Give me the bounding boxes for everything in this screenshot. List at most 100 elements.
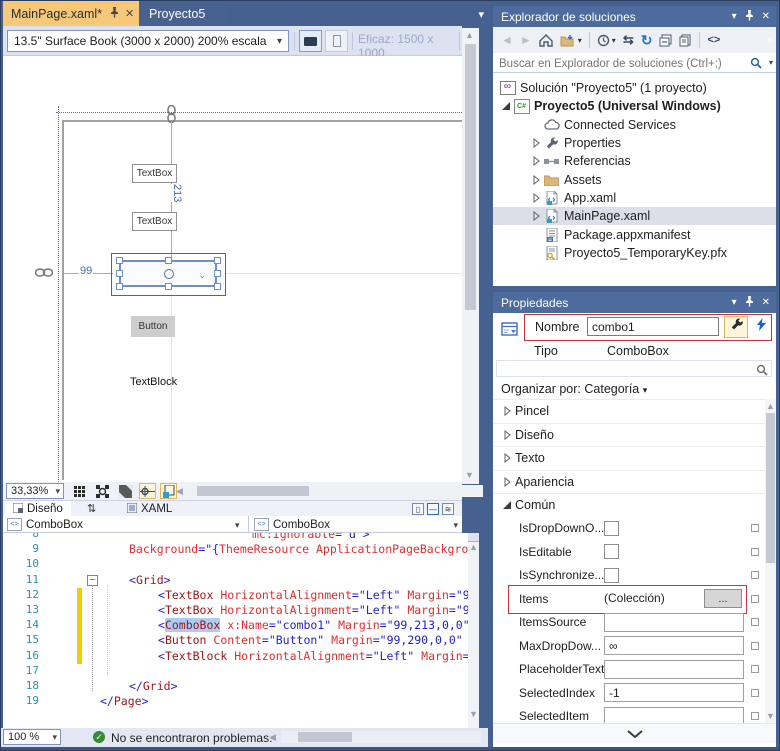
tree-item-proyecto5-temporarykey-pfx[interactable]: Proyecto5_TemporaryKey.pfx <box>493 244 776 262</box>
sync-with-active-document-icon[interactable]: ⇆ <box>623 32 634 48</box>
close-icon[interactable]: ✕ <box>762 11 770 22</box>
nav-dropdown-left[interactable]: <> ComboBox ▾ <box>3 516 249 533</box>
left-anchor-chain-icon[interactable] <box>35 266 53 284</box>
properties-mode-button[interactable] <box>724 316 748 338</box>
editor-hscroll-thumb[interactable] <box>298 732 352 742</box>
designer-vscroll-thumb[interactable] <box>465 44 476 310</box>
tab-well-dropdown-icon[interactable]: ▾ <box>478 8 484 21</box>
collapse-pane-button[interactable]: ≋ <box>442 503 454 515</box>
designer-textbox-2[interactable]: TextBox <box>132 212 177 231</box>
scroll-down-icon[interactable]: ▼ <box>469 709 478 719</box>
show-grid-icon[interactable] <box>71 483 88 499</box>
scroll-down-icon[interactable]: ▼ <box>766 711 775 721</box>
resize-handle-nw[interactable] <box>116 257 123 264</box>
tree-item-properties[interactable]: Properties <box>493 134 776 152</box>
tree-item-referencias[interactable]: Referencias <box>493 152 776 170</box>
code-line[interactable]: 10 <box>3 557 479 572</box>
solution-explorer-title-bar[interactable]: Explorador de soluciones ▾ ✕ <box>493 6 776 27</box>
code-line[interactable]: 15<Button Content="Button" Margin="99,29… <box>3 633 479 648</box>
code-line[interactable]: 13<TextBox HorizontalAlignment="Left" Ma… <box>3 603 479 618</box>
scroll-left-icon[interactable]: ◀ <box>269 732 276 743</box>
scroll-up-icon[interactable]: ▲ <box>465 30 474 40</box>
designer-horizontal-scrollbar[interactable]: ◀ ▶ <box>187 485 483 497</box>
scroll-down-icon[interactable]: ▼ <box>465 470 474 480</box>
category-com-n[interactable]: Común <box>493 493 765 517</box>
window-position-icon[interactable]: ▾ <box>732 11 737 22</box>
tab-mainpage-xaml[interactable]: MainPage.xaml* ✕ <box>3 1 139 26</box>
category-collapsed-arrow-icon[interactable] <box>499 453 515 463</box>
forward-icon[interactable]: ► <box>520 33 532 47</box>
home-icon[interactable] <box>539 34 553 47</box>
tab-xaml-view[interactable]: XAML <box>119 501 180 517</box>
designer-button[interactable]: Button <box>131 316 175 337</box>
tree-item-app-xaml[interactable]: App.xaml <box>493 189 776 207</box>
editor-split-grip[interactable] <box>468 533 479 542</box>
landscape-orientation-button[interactable] <box>299 30 322 52</box>
back-icon[interactable]: ◄ <box>501 33 513 47</box>
vertical-split-button[interactable]: ▯ <box>412 503 424 515</box>
category-expanded-arrow-icon[interactable] <box>499 500 515 510</box>
category-collapsed-arrow-icon[interactable] <box>499 406 515 416</box>
property-marker[interactable] <box>751 712 759 720</box>
code-line[interactable]: 19</Page> <box>3 694 479 709</box>
designer-vertical-scrollbar[interactable]: ▲ ▼ <box>462 28 479 484</box>
close-icon[interactable]: ✕ <box>125 7 134 21</box>
element-name-input[interactable] <box>587 317 719 336</box>
property-checkbox[interactable] <box>604 521 619 536</box>
tree-item-proyecto5-universal-windows[interactable]: C#Proyecto5 (Universal Windows) <box>493 97 776 115</box>
resize-handle-ne[interactable] <box>214 257 221 264</box>
properties-title-bar[interactable]: Propiedades ▾ ✕ <box>493 292 776 313</box>
resize-handle-w[interactable] <box>116 270 123 277</box>
toolbar-overflow-icon[interactable]: » <box>764 37 778 44</box>
xaml-code-editor[interactable]: 8mc:Ignorable="d">9Background="{ThemeRes… <box>3 533 479 728</box>
solution-explorer-search-input[interactable] <box>497 55 741 72</box>
tree-item-package-appxmanifest[interactable]: Package.appxmanifest <box>493 225 776 243</box>
property-marker[interactable] <box>751 689 759 697</box>
category-texto[interactable]: Texto <box>493 446 765 470</box>
scroll-up-icon[interactable]: ▲ <box>766 401 775 411</box>
refresh-icon[interactable]: ↻ <box>641 32 653 49</box>
designer-zoom-dropdown[interactable]: 33,33% ▾ <box>6 483 64 499</box>
resize-handle-se[interactable] <box>214 283 221 290</box>
editor-zoom-dropdown[interactable]: 100 % ▾ <box>3 729 61 745</box>
code-line[interactable]: 9Background="{ThemeResource ApplicationP… <box>3 542 479 557</box>
code-line[interactable]: 11–<Grid> <box>3 573 479 588</box>
tree-item-assets[interactable]: Assets <box>493 170 776 188</box>
category-collapsed-arrow-icon[interactable] <box>499 477 515 487</box>
scroll-up-icon[interactable]: ▲ <box>469 542 478 552</box>
nav-dropdown-right[interactable]: <> ComboBox ▾ <box>250 516 462 533</box>
snaplines-icon[interactable] <box>139 483 156 499</box>
editor-horizontal-scrollbar[interactable]: ◀ ▶ <box>281 731 481 743</box>
snap-grid-icon[interactable] <box>94 483 111 499</box>
search-icon[interactable] <box>750 56 762 74</box>
designer-hscroll-thumb[interactable] <box>197 486 309 496</box>
property-checkbox[interactable] <box>604 544 619 559</box>
xaml-designer-surface[interactable]: 213 99 TextBox TextBox ⌄ Button TextBloc… <box>3 56 462 482</box>
tree-collapsed-arrow-icon[interactable] <box>529 156 543 166</box>
resize-handle-e[interactable] <box>214 270 221 277</box>
window-position-icon[interactable]: ▾ <box>732 297 737 308</box>
code-line[interactable]: 18</Grid> <box>3 679 479 694</box>
tree-collapsed-arrow-icon[interactable] <box>529 211 543 221</box>
events-button[interactable] <box>752 316 770 338</box>
show-all-files-icon[interactable] <box>679 34 692 47</box>
category-collapsed-arrow-icon[interactable] <box>499 430 515 440</box>
artboard-background-icon[interactable] <box>117 483 134 499</box>
swap-panes-icon[interactable]: ⇅ <box>87 502 96 515</box>
properties-search[interactable] <box>496 360 772 377</box>
snap-to-snaplines-icon[interactable] <box>160 483 177 499</box>
tab-proyecto5[interactable]: Proyecto5 <box>141 1 229 26</box>
properties-scroll-thumb[interactable] <box>766 413 775 563</box>
property-marker[interactable] <box>751 524 759 532</box>
resize-handle-n[interactable] <box>165 257 172 264</box>
designer-textbox-1[interactable]: TextBox <box>132 164 177 183</box>
close-icon[interactable]: ✕ <box>762 297 770 308</box>
fold-collapse-icon[interactable]: – <box>87 575 98 586</box>
tree-collapsed-arrow-icon[interactable] <box>529 175 543 185</box>
category-dise-o[interactable]: Diseño <box>493 423 765 447</box>
property-marker[interactable] <box>751 642 759 650</box>
category-apariencia[interactable]: Apariencia <box>493 470 765 494</box>
scroll-left-icon[interactable]: ◀ <box>176 486 183 497</box>
pin-icon[interactable] <box>745 296 754 310</box>
property-checkbox[interactable] <box>604 568 619 583</box>
